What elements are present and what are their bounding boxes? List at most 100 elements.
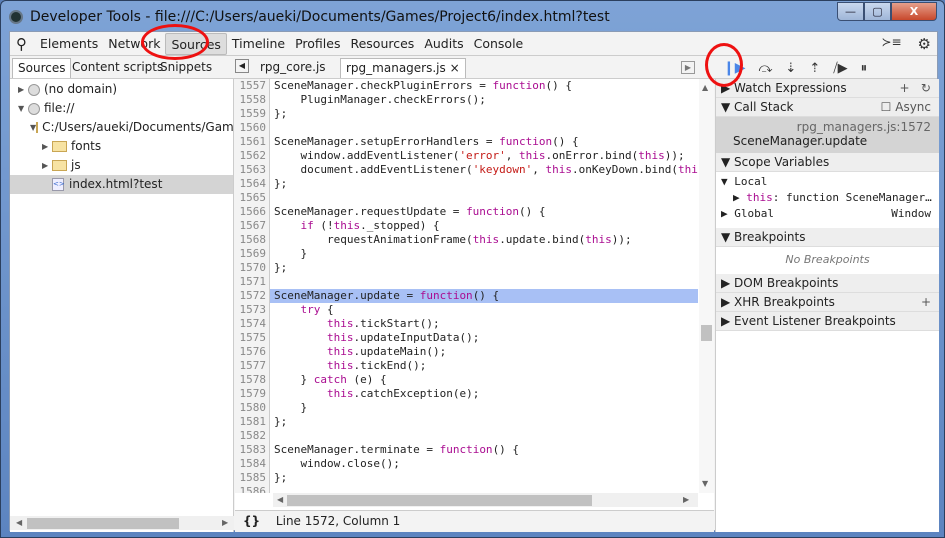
- code-line[interactable]: 1586: [235, 485, 698, 493]
- call-stack-header[interactable]: ▼ Call Stack ☐ Async: [716, 98, 939, 117]
- tab-console[interactable]: Console: [469, 33, 529, 55]
- line-number[interactable]: 1561: [235, 135, 270, 149]
- minimize-button[interactable]: —: [837, 2, 864, 21]
- drawer-toggle-icon[interactable]: ≻≡: [881, 35, 901, 53]
- tab-audits[interactable]: Audits: [419, 33, 468, 55]
- toggle-navigator-icon[interactable]: ◀: [235, 59, 249, 73]
- line-number[interactable]: 1569: [235, 247, 270, 261]
- line-number[interactable]: 1557: [235, 79, 270, 93]
- step-over-icon[interactable]: ⤼: [759, 61, 773, 76]
- tree-item[interactable]: ▼C:/Users/aueki/Documents/Games/Project6: [10, 118, 233, 137]
- toggle-debugger-icon[interactable]: ▶: [681, 61, 695, 74]
- line-number[interactable]: 1583: [235, 443, 270, 457]
- line-number[interactable]: 1564: [235, 177, 270, 191]
- event-listener-breakpoints-header[interactable]: ▶ Event Listener Breakpoints: [716, 312, 939, 331]
- dom-breakpoints-header[interactable]: ▶ DOM Breakpoints: [716, 274, 939, 293]
- add-xhr-breakpoint-icon[interactable]: +: [921, 293, 931, 311]
- code-line[interactable]: 1582: [235, 429, 698, 443]
- xhr-breakpoints-header[interactable]: ▶ XHR Breakpoints +: [716, 293, 939, 312]
- code-line[interactable]: 1585};: [235, 471, 698, 485]
- code-line[interactable]: 1578 } catch (e) {: [235, 373, 698, 387]
- resume-icon[interactable]: ❙▶: [723, 60, 746, 76]
- nav-tab-sources[interactable]: Sources: [12, 58, 72, 78]
- editor-hscrollbar[interactable]: ◀ ▶: [273, 493, 698, 507]
- code-line[interactable]: 1580 }: [235, 401, 698, 415]
- code-line[interactable]: 1569 }: [235, 247, 698, 261]
- code-line[interactable]: 1579 this.catchException(e);: [235, 387, 698, 401]
- line-number[interactable]: 1566: [235, 205, 270, 219]
- code-line[interactable]: 1565: [235, 191, 698, 205]
- line-number[interactable]: 1571: [235, 275, 270, 289]
- code-line[interactable]: 1583 SceneManager.terminate = function() …: [235, 443, 698, 457]
- pause-on-exceptions-icon[interactable]: ⏸: [861, 61, 868, 76]
- code-line[interactable]: 1567 if (!this._stopped) {: [235, 219, 698, 233]
- line-number[interactable]: 1572: [235, 289, 270, 303]
- code-line[interactable]: 1581};: [235, 415, 698, 429]
- code-line[interactable]: 1566 SceneManager.requestUpdate = functio…: [235, 205, 698, 219]
- editor-tab-rpg-core[interactable]: rpg_core.js: [255, 58, 331, 78]
- close-tab-icon[interactable]: ×: [450, 61, 460, 75]
- tree-item[interactable]: ▶ js: [10, 156, 233, 175]
- pretty-print-icon[interactable]: {}: [243, 514, 260, 528]
- code-line[interactable]: 1576 this.updateMain();: [235, 345, 698, 359]
- line-number[interactable]: 1580: [235, 401, 270, 415]
- code-line[interactable]: 1570};: [235, 261, 698, 275]
- line-number[interactable]: 1581: [235, 415, 270, 429]
- tree-item[interactable]: ▶ (no domain): [10, 80, 233, 99]
- close-window-button[interactable]: X: [891, 2, 937, 21]
- code-line[interactable]: 1573 try {: [235, 303, 698, 317]
- tab-elements[interactable]: Elements: [35, 33, 103, 55]
- nav-tab-snippets[interactable]: Snippets: [155, 58, 217, 78]
- line-number[interactable]: 1586: [235, 485, 270, 493]
- code-line[interactable]: 1561 SceneManager.setupErrorHandlers = fu…: [235, 135, 698, 149]
- line-number[interactable]: 1575: [235, 331, 270, 345]
- step-out-icon[interactable]: ⇡: [809, 61, 820, 76]
- scope-local[interactable]: ▼ Local: [721, 175, 934, 188]
- code-line[interactable]: 1584 window.close();: [235, 457, 698, 471]
- add-watch-icon[interactable]: + ↻: [899, 79, 931, 97]
- collapsed-triangle-icon[interactable]: ▶: [42, 156, 52, 175]
- collapsed-triangle-icon[interactable]: ▶: [18, 80, 28, 99]
- maximize-button[interactable]: ▢: [864, 2, 891, 21]
- code-line[interactable]: 1572 SceneManager.update = function() {: [235, 289, 698, 303]
- line-number[interactable]: 1558: [235, 93, 270, 107]
- call-frame[interactable]: rpg_managers.js:1572 SceneManager.update: [716, 117, 939, 153]
- line-number[interactable]: 1559: [235, 107, 270, 121]
- line-number[interactable]: 1568: [235, 233, 270, 247]
- tab-profiles[interactable]: Profiles: [290, 33, 345, 55]
- tree-item[interactable]: <> index.html?test: [10, 175, 233, 194]
- code-line[interactable]: 1559};: [235, 107, 698, 121]
- tab-network[interactable]: Network: [103, 33, 165, 55]
- line-number[interactable]: 1562: [235, 149, 270, 163]
- nav-tab-content-scripts[interactable]: Content scripts: [67, 58, 168, 78]
- collapsed-triangle-icon[interactable]: ▶: [42, 137, 52, 156]
- code-line[interactable]: 1558 PluginManager.checkErrors();: [235, 93, 698, 107]
- deactivate-breakpoints-icon[interactable]: ⧸▶: [833, 61, 847, 76]
- line-number[interactable]: 1573: [235, 303, 270, 317]
- line-number[interactable]: 1560: [235, 121, 270, 135]
- line-number[interactable]: 1574: [235, 317, 270, 331]
- editor-vscrollbar[interactable]: ▲ ▼: [699, 79, 714, 493]
- line-number[interactable]: 1570: [235, 261, 270, 275]
- code-line[interactable]: 1560: [235, 121, 698, 135]
- code-line[interactable]: 1564};: [235, 177, 698, 191]
- code-line[interactable]: 1557 SceneManager.checkPluginErrors = fun…: [235, 79, 698, 93]
- line-number[interactable]: 1567: [235, 219, 270, 233]
- editor-tab-rpg-managers[interactable]: rpg_managers.js ×: [340, 58, 466, 78]
- line-number[interactable]: 1584: [235, 457, 270, 471]
- tree-item[interactable]: ▼ file://: [10, 99, 233, 118]
- code-line[interactable]: 1571: [235, 275, 698, 289]
- line-number[interactable]: 1576: [235, 345, 270, 359]
- code-line[interactable]: 1577 this.tickEnd();: [235, 359, 698, 373]
- tree-item[interactable]: ▶ fonts: [10, 137, 233, 156]
- gear-icon[interactable]: ⚙: [918, 35, 931, 53]
- tab-timeline[interactable]: Timeline: [227, 33, 290, 55]
- scope-variables-header[interactable]: ▼ Scope Variables: [716, 153, 939, 172]
- line-number[interactable]: 1563: [235, 163, 270, 177]
- tab-resources[interactable]: Resources: [345, 33, 419, 55]
- code-line[interactable]: 1562 window.addEventListener('error', th…: [235, 149, 698, 163]
- code-line[interactable]: 1568 requestAnimationFrame(this.update.b…: [235, 233, 698, 247]
- watch-expressions-header[interactable]: ▶ Watch Expressions + ↻: [716, 79, 939, 98]
- line-number[interactable]: 1577: [235, 359, 270, 373]
- async-checkbox[interactable]: ☐ Async: [881, 98, 931, 116]
